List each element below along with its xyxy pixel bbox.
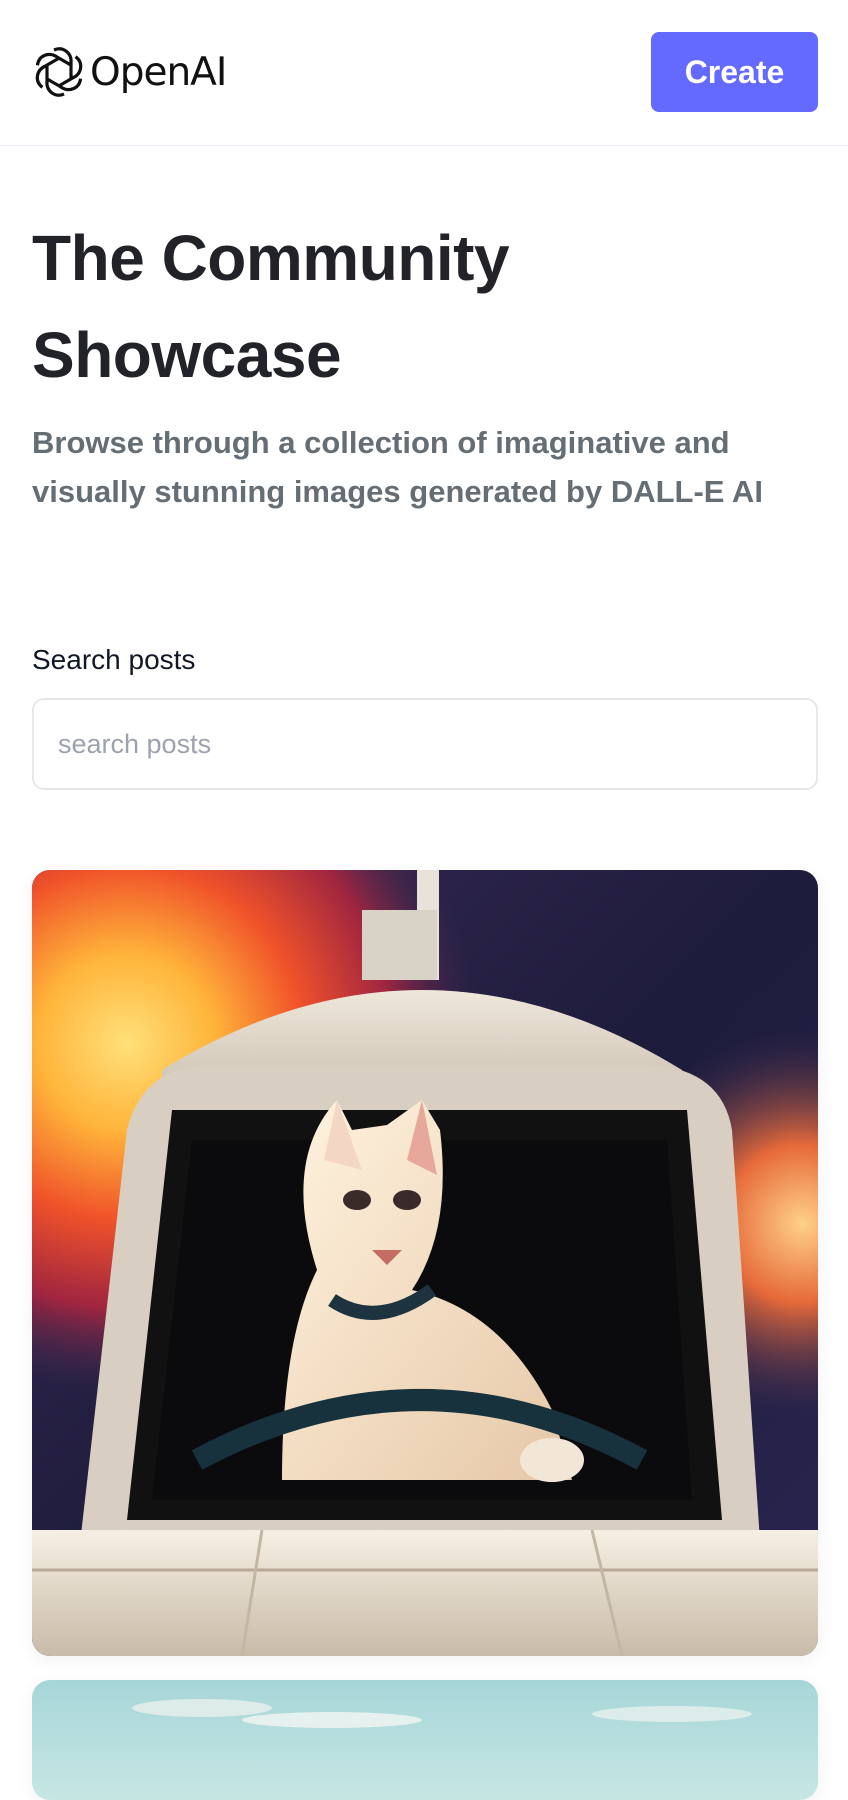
create-button[interactable]: Create bbox=[651, 32, 818, 112]
post-card[interactable] bbox=[32, 1680, 818, 1800]
openai-logo-icon bbox=[35, 47, 83, 97]
post-card[interactable] bbox=[32, 870, 818, 1656]
search-input[interactable] bbox=[32, 698, 818, 790]
app-header: OpenAI Create bbox=[0, 0, 848, 146]
logo-link[interactable]: OpenAI bbox=[32, 44, 227, 100]
cat-spaceship-image bbox=[32, 870, 818, 1656]
page-subtitle: Browse through a collection of imaginati… bbox=[32, 425, 763, 509]
page-title: The Community Showcase bbox=[32, 222, 510, 391]
sky-landscape-image bbox=[32, 1680, 818, 1800]
search-label: Search posts bbox=[32, 644, 196, 675]
logo-wordmark: OpenAI bbox=[90, 49, 227, 95]
